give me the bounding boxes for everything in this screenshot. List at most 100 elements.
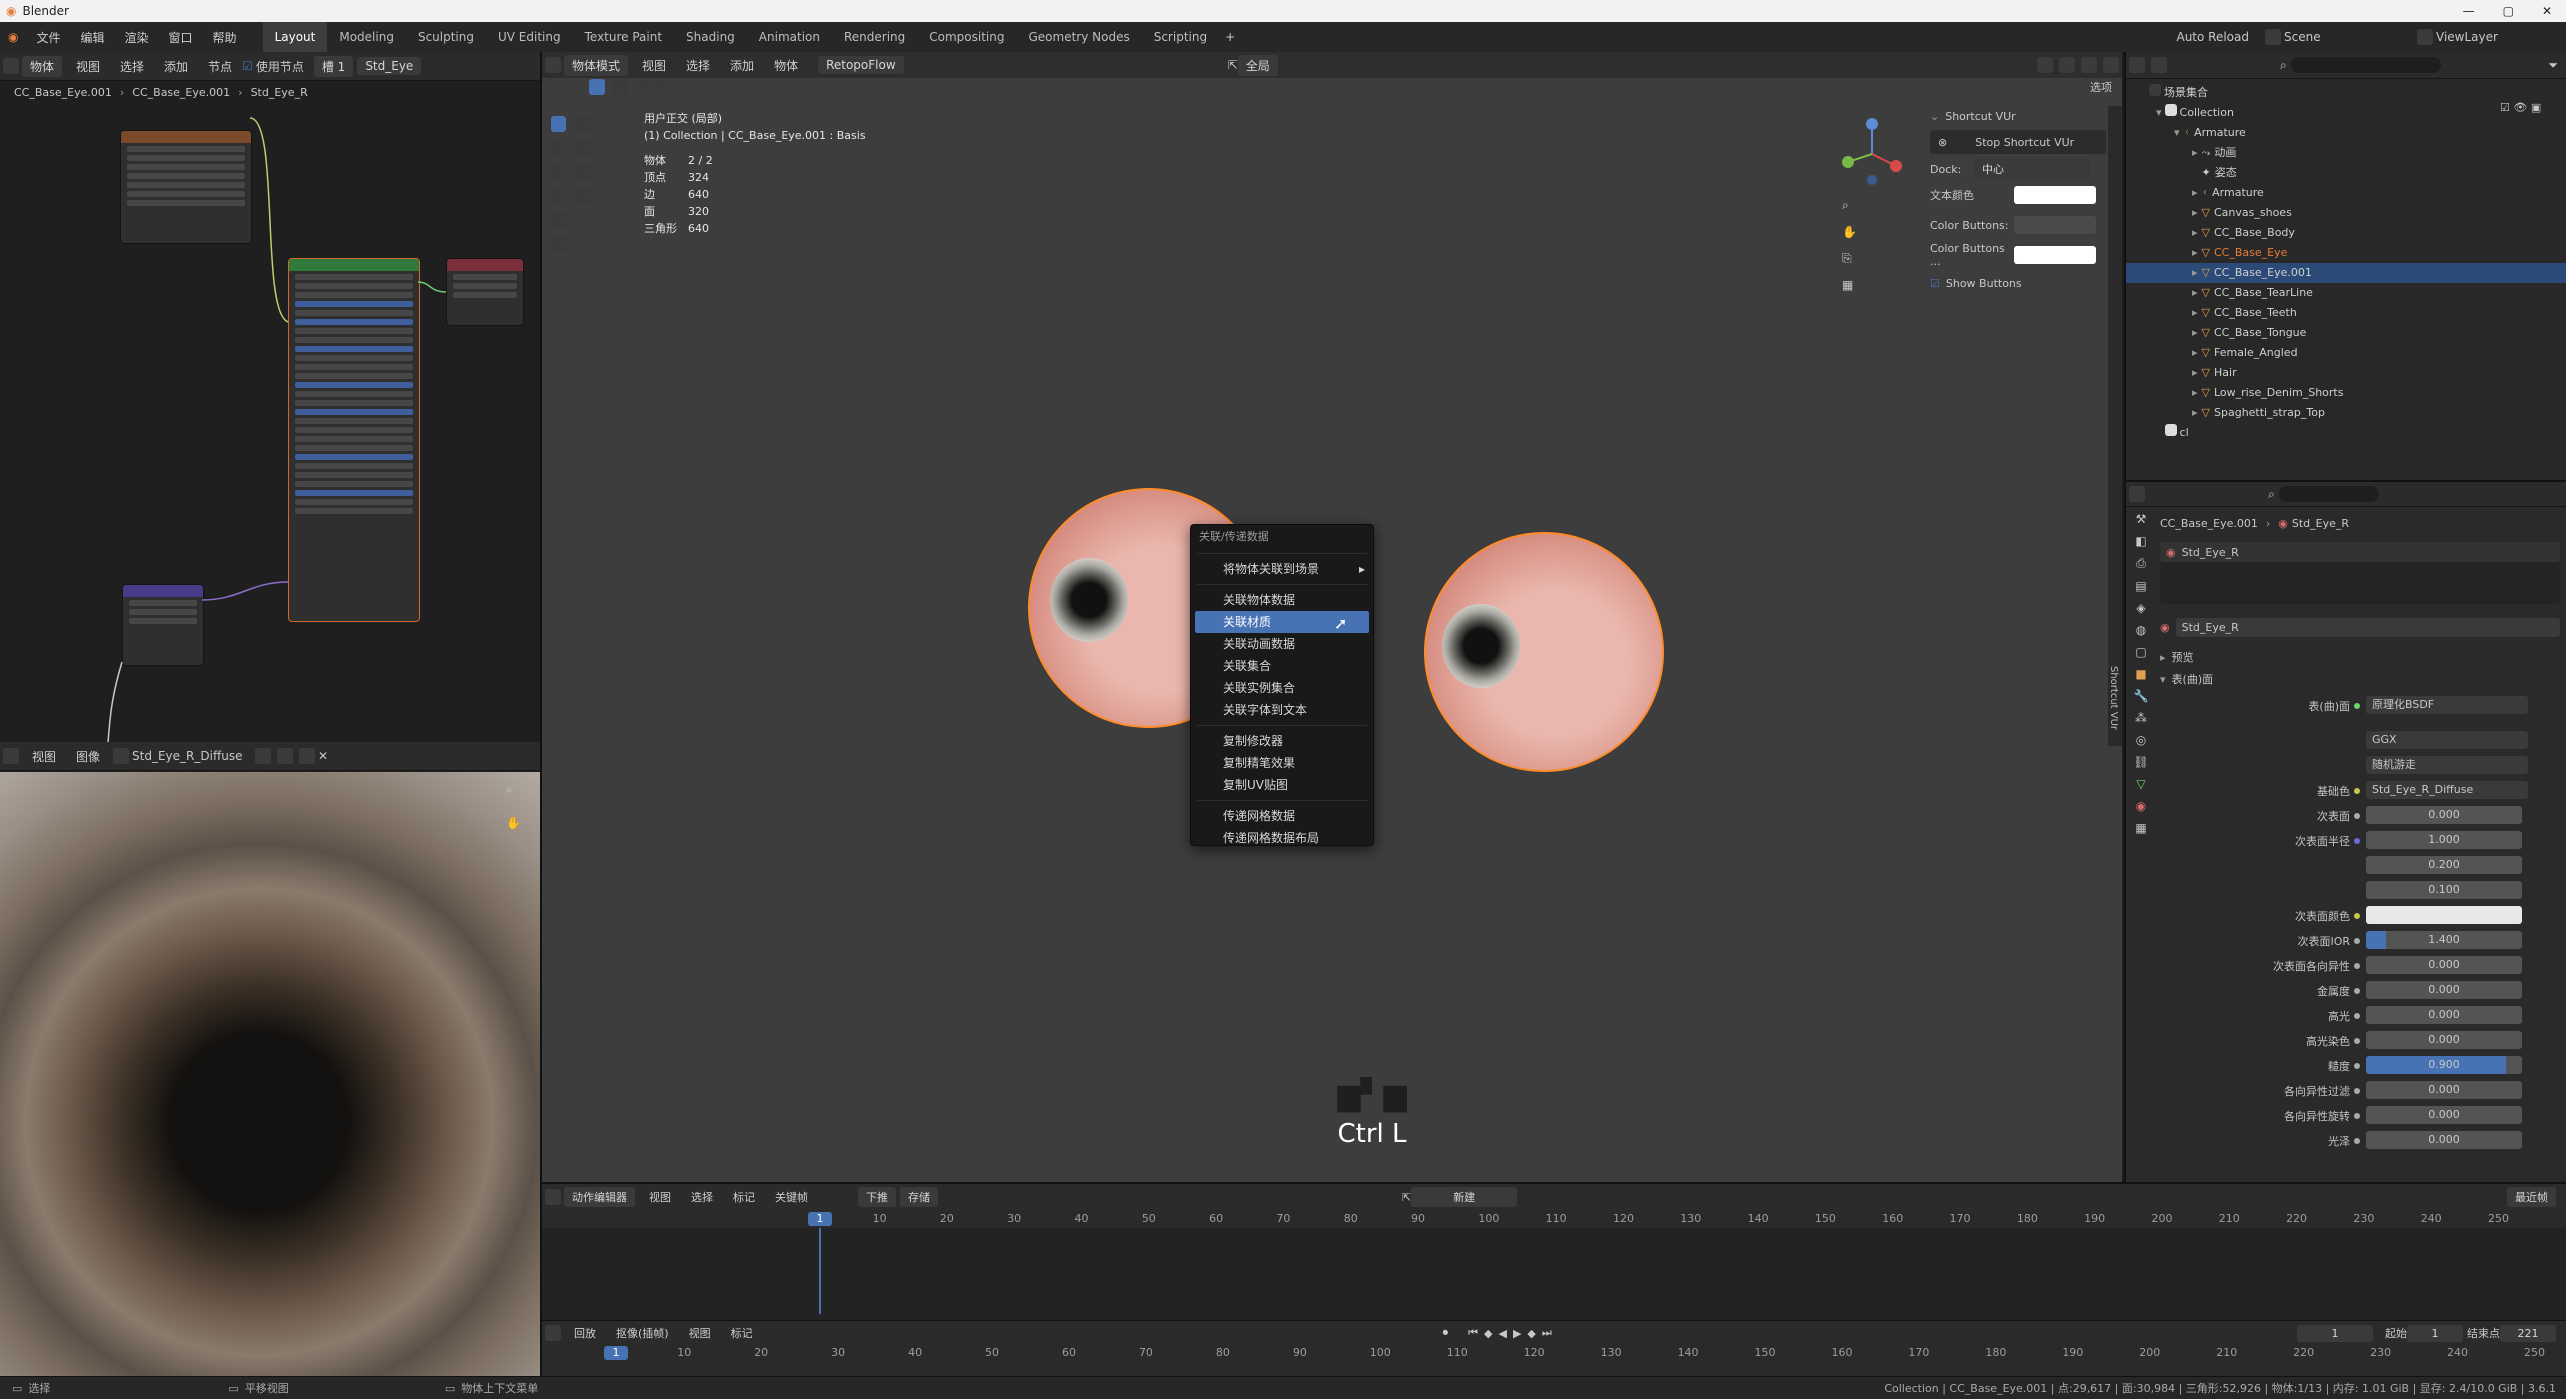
editor-type-icon[interactable]: [545, 1189, 561, 1205]
outliner[interactable]: ⌕ ⏷ 场景集合 ▾Collection ▾ᚲArmature ▸⤳动画 ▸✦姿…: [2124, 52, 2566, 480]
surface-section-header[interactable]: ▾ 表(曲)面: [2160, 668, 2560, 690]
subsurface-anisotropy-field[interactable]: 0.000: [2366, 956, 2522, 974]
material-name-field[interactable]: Std_Eye_R: [2175, 617, 2560, 637]
tool-tab-icon[interactable]: ⚒: [2136, 512, 2147, 526]
collection-tab-icon[interactable]: ▢: [2135, 645, 2146, 659]
unlink-image-icon[interactable]: ✕: [318, 749, 328, 763]
timeline-current-frame[interactable]: 1: [604, 1346, 628, 1360]
view-layer-selector[interactable]: ViewLayer: [2436, 30, 2566, 44]
annotate-tool-icon[interactable]: [551, 188, 566, 204]
properties-search-input[interactable]: [2278, 486, 2379, 502]
pan-hand-icon[interactable]: ✋: [506, 816, 521, 830]
recent-dropdown[interactable]: 最近帧: [2507, 1187, 2556, 1207]
ortho-grid-icon[interactable]: ▦: [1842, 278, 1857, 292]
transform-tool-icon[interactable]: [576, 164, 591, 180]
jump-start-icon[interactable]: ⏮: [1468, 1326, 1478, 1340]
outliner-item[interactable]: ▸ ▽ Low_rise_Denim_Shorts: [2126, 383, 2566, 403]
outliner-item[interactable]: ▸ ▽ CC_Base_Body: [2126, 223, 2566, 243]
push-down-button[interactable]: 下推: [858, 1187, 896, 1207]
menu-help[interactable]: 帮助: [203, 29, 247, 46]
select-mode-set-icon[interactable]: [589, 79, 605, 95]
timeline-menu-view[interactable]: 视图: [639, 1189, 681, 1205]
menu-item-copy-modifiers[interactable]: 复制修改器: [1191, 730, 1373, 752]
select-mode-subtract-icon[interactable]: [633, 79, 649, 95]
tab-animation[interactable]: Animation: [747, 22, 832, 52]
zoom-icon[interactable]: ⌕: [1842, 198, 1857, 213]
outliner-item[interactable]: ▸ ▽ CC_Base_Tongue: [2126, 323, 2566, 343]
outliner-item[interactable]: ▸ ▽ CC_Base_TearLine: [2126, 283, 2566, 303]
distribution-dropdown[interactable]: GGX: [2366, 731, 2528, 749]
tab-compositing[interactable]: Compositing: [917, 22, 1016, 52]
new-action-button[interactable]: 新建: [1411, 1187, 1518, 1207]
timeline-menu-marker[interactable]: 标记: [723, 1189, 765, 1205]
dock-dropdown[interactable]: 中心: [1974, 159, 2090, 179]
timeline-menu-select[interactable]: 选择: [681, 1189, 723, 1205]
specular-tint-field[interactable]: 0.000: [2366, 1031, 2522, 1049]
menu-item-copy-uv-maps[interactable]: 复制UV贴图: [1191, 774, 1373, 796]
editor-type-icon[interactable]: [545, 1325, 561, 1341]
menu-window[interactable]: 窗口: [159, 29, 203, 46]
shader-node-editor[interactable]: 物体 视图 选择 添加 节点 ☑ 使用节点 槽 1 Std_Eye CC_Bas…: [0, 52, 542, 742]
metallic-field[interactable]: 0.000: [2366, 981, 2522, 999]
select-mode-invert-icon[interactable]: [655, 79, 671, 95]
move-tool-icon[interactable]: [551, 140, 566, 156]
tab-layout[interactable]: Layout: [262, 22, 328, 52]
editor-type-icon[interactable]: [2129, 57, 2145, 73]
viewport-menu-view[interactable]: 视图: [632, 57, 676, 74]
tab-geometry-nodes[interactable]: Geometry Nodes: [1016, 22, 1141, 52]
roughness-field[interactable]: 0.900: [2366, 1056, 2522, 1074]
view-layer-tab-icon[interactable]: ▤: [2135, 579, 2146, 593]
subsurface-ior-field[interactable]: 1.400: [2366, 931, 2522, 949]
new-image-icon[interactable]: [277, 748, 294, 764]
select-box-tool-icon[interactable]: [551, 116, 566, 132]
start-frame-field[interactable]: 1: [2407, 1324, 2463, 1342]
navigation-gizmo[interactable]: [1832, 114, 1912, 194]
properties-editor[interactable]: ⌕ ⚒ ◧ ⎙ ▤ ◈ ◍ ▢ ■ 🔧 ⁂ ◎ ⛓ ▽ ◉ ▦ CC_Base_…: [2124, 480, 2566, 1184]
action-editor-mode-dropdown[interactable]: 动作编辑器: [564, 1187, 635, 1207]
image-menu-image[interactable]: 图像: [66, 748, 110, 765]
anisotropic-field[interactable]: 0.000: [2366, 1081, 2522, 1099]
current-frame-indicator[interactable]: 1: [808, 1212, 832, 1226]
action-browse-icon[interactable]: ⇱: [1402, 1191, 1411, 1204]
viewport-shading-render-icon[interactable]: [2103, 57, 2119, 73]
subsurface-field[interactable]: 0.000: [2366, 806, 2522, 824]
world-tab-icon[interactable]: ◍: [2136, 623, 2146, 637]
editor-type-icon[interactable]: [2129, 486, 2145, 502]
color-buttons-swatch[interactable]: [2014, 216, 2096, 234]
timeline-marker-menu[interactable]: 标记: [721, 1325, 763, 1341]
tab-shortcut-vur[interactable]: Shortcut VUr: [2108, 666, 2119, 730]
outliner-item[interactable]: ▸ ⤳ 动画: [2126, 143, 2566, 163]
playback-menu[interactable]: 回放: [564, 1325, 606, 1341]
display-mode-icon[interactable]: [2151, 57, 2167, 73]
render-tab-icon[interactable]: ◧: [2135, 534, 2146, 548]
viewport-menu-select[interactable]: 选择: [676, 57, 720, 74]
menu-item-transfer-mesh-data-layout[interactable]: 传递网格数据布局: [1191, 827, 1373, 849]
camera-view-icon[interactable]: ⎘: [1842, 251, 1857, 266]
material-slot-list[interactable]: ◉ Std_Eye_R: [2160, 542, 2560, 604]
tab-sculpting[interactable]: Sculpting: [406, 22, 486, 52]
prev-keyframe-icon[interactable]: ◆: [1484, 1327, 1492, 1340]
color-buttons-swatch-2[interactable]: [2014, 246, 2096, 264]
object-mode-dropdown[interactable]: 物体模式: [564, 54, 629, 76]
base-color-texture-field[interactable]: Std_Eye_R_Diffuse: [2366, 781, 2528, 799]
checkbox-icon[interactable]: ☑ 👁 ▣: [2500, 98, 2541, 118]
outliner-item[interactable]: ▸✦姿态: [2126, 163, 2566, 183]
blender-menu-icon[interactable]: ◉: [8, 30, 18, 44]
measure-tool-icon[interactable]: [576, 188, 591, 204]
subsurface-color-swatch[interactable]: [2366, 906, 2522, 924]
stash-button[interactable]: 存储: [900, 1187, 938, 1207]
viewport-menu-add[interactable]: 添加: [720, 57, 764, 74]
menu-render[interactable]: 渲染: [115, 29, 159, 46]
menu-item-copy-grease-pencil-effects[interactable]: 复制精笔效果: [1191, 752, 1373, 774]
eye-right-object[interactable]: [1424, 532, 1664, 772]
menu-item-transfer-mesh-data[interactable]: 传递网格数据: [1191, 805, 1373, 827]
viewport-shading-solid-icon[interactable]: [2059, 57, 2075, 73]
output-tab-icon[interactable]: ⎙: [2136, 556, 2146, 571]
extra-tool-icon[interactable]: [551, 236, 567, 252]
tab-uv-editing[interactable]: UV Editing: [486, 22, 573, 52]
current-frame-field[interactable]: 1: [2297, 1324, 2373, 1342]
next-keyframe-icon[interactable]: ◆: [1527, 1327, 1535, 1340]
play-reverse-icon[interactable]: ◀: [1498, 1327, 1506, 1340]
scale-tool-icon[interactable]: [551, 164, 566, 180]
rotate-tool-icon[interactable]: [576, 140, 591, 156]
